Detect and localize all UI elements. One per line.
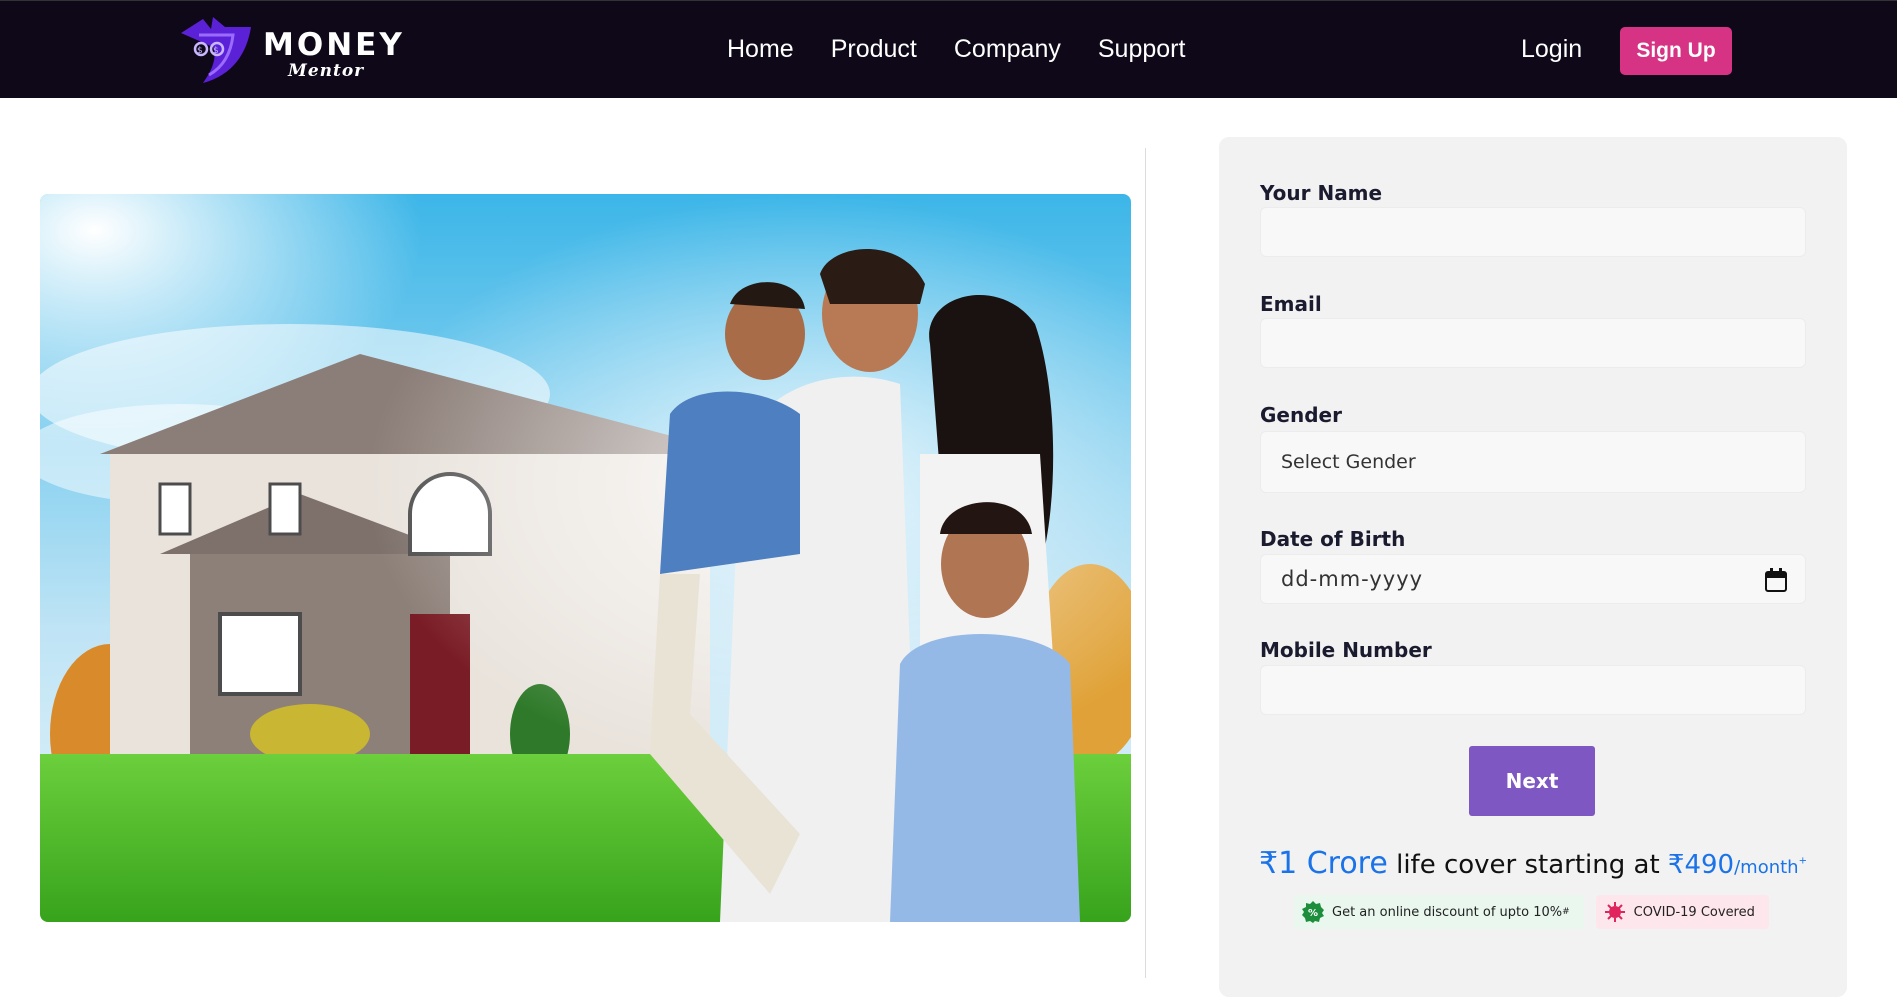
svg-text:$: $ (213, 46, 219, 56)
email-input[interactable] (1260, 318, 1806, 368)
mobile-number-input[interactable] (1260, 665, 1806, 715)
name-label: Your Name (1260, 181, 1383, 205)
svg-text:%: % (1308, 908, 1318, 919)
promo-amount: ₹1 Crore (1259, 846, 1388, 881)
promo-text: life cover starting at (1387, 850, 1668, 880)
email-label: Email (1260, 292, 1322, 316)
covid-badge: COVID-19 Covered (1595, 895, 1769, 929)
promo-price: ₹490 (1667, 850, 1735, 880)
hero-family-photo (40, 194, 1131, 922)
gender-select[interactable]: Select Gender (1260, 431, 1806, 493)
vertical-divider (1145, 148, 1146, 978)
covid-badge-text: COVID-19 Covered (1633, 904, 1755, 920)
nav-support-link[interactable]: Support (1098, 35, 1186, 64)
feature-badges: % Get an online discount of upto 10% # CO… (1294, 895, 1769, 929)
discount-badge-mark: # (1562, 907, 1570, 917)
percent-badge-icon: % (1302, 901, 1324, 923)
calendar-icon[interactable] (1765, 568, 1787, 592)
dob-date-input[interactable]: dd-mm-yyyy (1260, 554, 1806, 604)
dob-label: Date of Birth (1260, 527, 1406, 551)
main-nav: Home Product Company Support (727, 35, 1222, 64)
family-house-illustration (40, 194, 1131, 922)
promo-mark: + (1798, 855, 1807, 867)
money-mentor-logo[interactable]: $ $ MONEY Mentor (173, 13, 402, 87)
nav-company-link[interactable]: Company (954, 35, 1061, 64)
sign-up-button[interactable]: Sign Up (1620, 27, 1732, 75)
shield-logo-icon: $ $ (181, 17, 251, 83)
discount-badge-text: Get an online discount of upto 10% (1332, 904, 1563, 920)
mobile-label: Mobile Number (1260, 638, 1432, 662)
brand-subname: Mentor (288, 61, 365, 81)
svg-text:$: $ (197, 46, 203, 56)
next-button[interactable]: Next (1469, 746, 1595, 816)
top-navbar: $ $ MONEY Mentor Home Product Company Su… (0, 0, 1897, 98)
discount-badge: % Get an online discount of upto 10% # (1294, 895, 1584, 929)
login-link[interactable]: Login (1521, 35, 1582, 64)
promo-period: /month (1734, 857, 1799, 878)
quote-form-card: Your Name Email Gender Select Gender Dat… (1219, 137, 1847, 997)
name-input[interactable] (1260, 207, 1806, 257)
gender-label: Gender (1260, 403, 1342, 427)
virus-icon (1604, 902, 1625, 922)
gender-select-value: Select Gender (1281, 451, 1416, 473)
promo-line: ₹1 Crore life cover starting at ₹490/mon… (1219, 846, 1847, 881)
dob-placeholder: dd-mm-yyyy (1281, 567, 1424, 591)
nav-product-link[interactable]: Product (831, 35, 917, 64)
brand-name: MONEY (263, 27, 405, 63)
nav-home-link[interactable]: Home (727, 35, 794, 64)
